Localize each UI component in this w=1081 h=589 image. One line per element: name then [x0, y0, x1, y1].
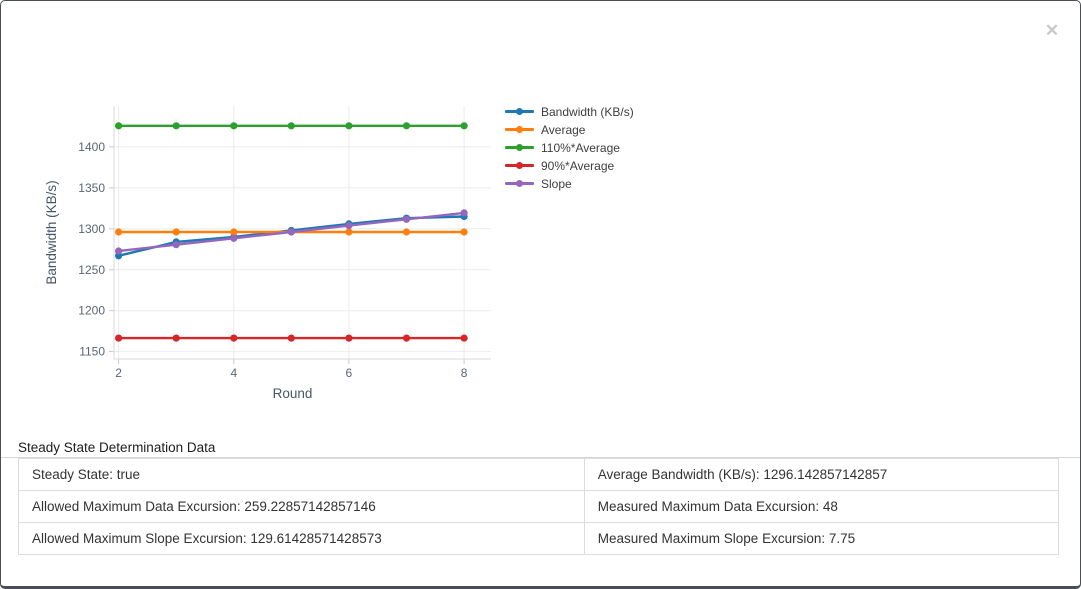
steady-state-modal: ✕ 1150 1200 1250 1300 1350 1400 2 4 6 8 Bandwidth …: [0, 0, 1081, 589]
legend-line-marker-icon: [505, 159, 534, 172]
close-icon[interactable]: ✕: [1042, 21, 1062, 41]
legend-label: 110%*Average: [541, 141, 620, 155]
legend-line-marker-icon: [505, 141, 534, 154]
svg-text:1350: 1350: [78, 181, 105, 195]
svg-text:1300: 1300: [78, 222, 105, 236]
table-cell: Average Bandwidth (KB/s): 1296.142857142…: [584, 459, 1058, 491]
chart-legend: Bandwidth (KB/s) Average 110%*Average 90%*A…: [505, 105, 634, 190]
table-row: Allowed Maximum Slope Excursion: 129.614…: [19, 523, 1059, 555]
legend-item[interactable]: 110%*Average: [505, 141, 634, 154]
legend-item[interactable]: Bandwidth (KB/s): [505, 105, 634, 118]
svg-text:2: 2: [115, 366, 122, 380]
legend-line-marker-icon: [505, 123, 534, 136]
steady-state-table: Steady State: trueAverage Bandwidth (KB/…: [18, 458, 1059, 555]
svg-text:1400: 1400: [78, 140, 105, 154]
svg-text:1250: 1250: [78, 263, 105, 277]
table-cell: Measured Maximum Data Excursion: 48: [584, 491, 1058, 523]
svg-text:Round: Round: [273, 386, 313, 401]
legend-item[interactable]: 90%*Average: [505, 159, 634, 172]
section-title: Steady State Determination Data: [18, 440, 215, 455]
legend-line-marker-icon: [505, 105, 534, 118]
steady-state-table-body: Steady State: trueAverage Bandwidth (KB/…: [19, 459, 1059, 555]
legend-item[interactable]: Slope: [505, 177, 634, 190]
legend-label: Slope: [541, 177, 572, 191]
table-row: Steady State: trueAverage Bandwidth (KB/…: [19, 459, 1059, 491]
table-cell: Allowed Maximum Data Excursion: 259.2285…: [19, 491, 585, 523]
legend-label: 90%*Average: [541, 159, 614, 173]
bandwidth-chart: 1150 1200 1250 1300 1350 1400 2 4 6 8 Bandwidth (K…: [1, 1, 701, 431]
table-cell: Steady State: true: [19, 459, 585, 491]
table-cell: Allowed Maximum Slope Excursion: 129.614…: [19, 523, 585, 555]
table-row: Allowed Maximum Data Excursion: 259.2285…: [19, 491, 1059, 523]
legend-label: Average: [541, 123, 585, 137]
svg-text:6: 6: [346, 366, 353, 380]
legend-label: Bandwidth (KB/s): [541, 105, 634, 119]
chart-svg: 1150 1200 1250 1300 1350 1400 2 4 6 8 Bandwidth (K…: [1, 1, 701, 431]
svg-text:4: 4: [230, 366, 237, 380]
svg-text:1200: 1200: [78, 304, 105, 318]
legend-line-marker-icon: [505, 177, 534, 190]
svg-text:1150: 1150: [79, 345, 105, 359]
svg-text:8: 8: [461, 366, 468, 380]
svg-text:Bandwidth (KB/s): Bandwidth (KB/s): [44, 180, 59, 284]
table-cell: Measured Maximum Slope Excursion: 7.75: [584, 523, 1058, 555]
legend-item[interactable]: Average: [505, 123, 634, 136]
